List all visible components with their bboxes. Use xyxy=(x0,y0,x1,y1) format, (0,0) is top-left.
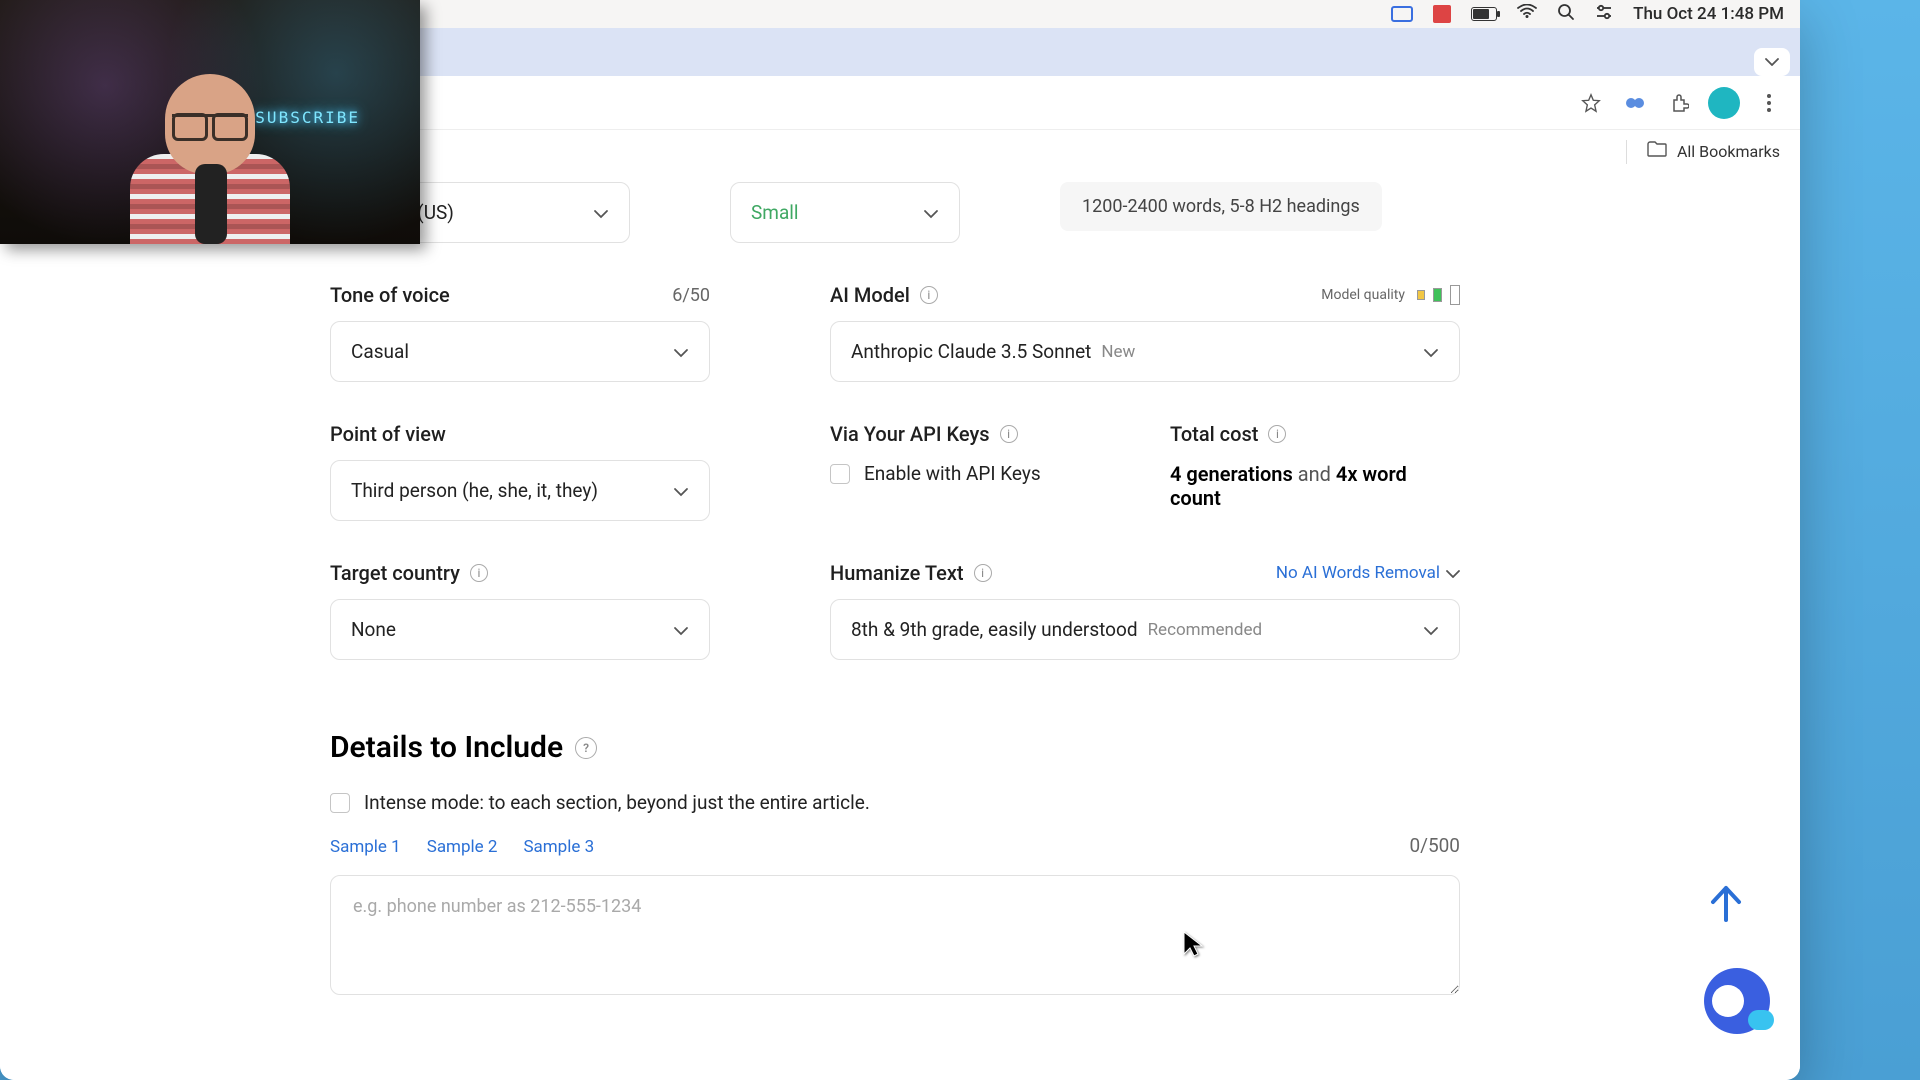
battery-icon[interactable] xyxy=(1471,7,1497,21)
details-heading: Details to Include ? xyxy=(330,730,1460,765)
cost-and: and xyxy=(1293,462,1336,486)
chat-widget-button[interactable] xyxy=(1704,968,1770,1034)
pov-select[interactable]: Third person (he, she, it, they) xyxy=(330,460,710,521)
country-value: None xyxy=(351,618,396,641)
tone-value: Casual xyxy=(351,340,409,363)
api-checkbox-row[interactable]: Enable with API Keys xyxy=(830,462,1110,485)
tone-counter: 6/50 xyxy=(672,285,710,306)
page-content: English (US) Small 1200-2400 words, 5-8 … xyxy=(0,174,1800,1080)
quality-bar-mid xyxy=(1433,288,1442,302)
word-hint-box: 1200-2400 words, 5-8 H2 headings xyxy=(1060,182,1382,231)
profile-avatar[interactable] xyxy=(1708,87,1740,119)
country-select[interactable]: None xyxy=(330,599,710,660)
folder-icon xyxy=(1647,141,1667,162)
model-value: Anthropic Claude 3.5 Sonnet xyxy=(851,340,1091,363)
pov-label: Point of view xyxy=(330,422,446,446)
search-icon[interactable] xyxy=(1557,3,1575,26)
chevron-down-icon xyxy=(673,340,689,363)
chevron-down-icon xyxy=(1446,563,1460,583)
size-value: Small xyxy=(751,201,799,224)
chat-dot-icon xyxy=(1748,1010,1774,1030)
model-quality-label: Model quality xyxy=(1321,287,1405,303)
extensions-icon[interactable] xyxy=(1664,88,1694,118)
intense-mode-label: Intense mode: to each section, beyond ju… xyxy=(364,791,870,814)
api-checkbox-label: Enable with API Keys xyxy=(864,462,1041,485)
pov-value: Third person (he, she, it, they) xyxy=(351,479,598,502)
info-icon[interactable]: i xyxy=(974,564,992,582)
info-icon[interactable]: i xyxy=(1000,425,1018,443)
webcam-overlay: SUBSCRIBE xyxy=(0,0,420,244)
tone-label: Tone of voice xyxy=(330,283,450,307)
model-label: AI Model xyxy=(830,283,910,307)
toolbar-eye-icon[interactable] xyxy=(1620,88,1650,118)
menu-dots-icon[interactable] xyxy=(1754,88,1784,118)
ai-words-removal-dropdown[interactable]: No AI Words Removal xyxy=(1276,563,1460,583)
new-badge: New xyxy=(1101,342,1135,362)
model-select[interactable]: Anthropic Claude 3.5 Sonnet New xyxy=(830,321,1460,382)
humanize-label: Humanize Text xyxy=(830,561,964,585)
quality-bar-high xyxy=(1450,285,1460,305)
ai-words-removal-label: No AI Words Removal xyxy=(1276,563,1440,583)
wifi-icon[interactable] xyxy=(1517,4,1537,24)
cost-generations: 4 generations xyxy=(1170,462,1293,486)
details-textarea[interactable] xyxy=(330,875,1460,995)
chevron-down-icon xyxy=(1423,618,1439,641)
recommended-badge: Recommended xyxy=(1148,620,1263,640)
menubar-screen-icon[interactable] xyxy=(1391,6,1413,22)
checkbox-icon[interactable] xyxy=(830,464,850,484)
size-select[interactable]: Small xyxy=(730,182,960,243)
chevron-down-icon xyxy=(593,201,609,224)
details-heading-text: Details to Include xyxy=(330,730,563,765)
chevron-down-icon xyxy=(923,201,939,224)
cost-label: Total cost xyxy=(1170,422,1258,446)
sample-3-link[interactable]: Sample 3 xyxy=(523,837,594,857)
chevron-down-icon xyxy=(673,479,689,502)
info-icon[interactable]: i xyxy=(920,286,938,304)
info-icon[interactable]: i xyxy=(470,564,488,582)
sample-2-link[interactable]: Sample 2 xyxy=(427,837,498,857)
bookmark-star-icon[interactable] xyxy=(1576,88,1606,118)
control-center-icon[interactable] xyxy=(1595,4,1613,25)
cost-text: 4 generations and 4x word count xyxy=(1170,462,1460,510)
tab-list-dropdown[interactable] xyxy=(1754,48,1790,76)
scroll-top-button[interactable] xyxy=(1702,882,1750,930)
menubar-datetime[interactable]: Thu Oct 24 1:48 PM xyxy=(1633,4,1784,24)
country-label: Target country xyxy=(330,561,460,585)
quality-bar-low xyxy=(1417,290,1425,300)
humanize-value: 8th & 9th grade, easily understood xyxy=(851,618,1138,641)
tone-select[interactable]: Casual xyxy=(330,321,710,382)
menubar-app-icon[interactable] xyxy=(1433,5,1451,23)
info-icon[interactable]: i xyxy=(1268,425,1286,443)
details-counter: 0/500 xyxy=(1409,834,1460,857)
chevron-down-icon xyxy=(673,618,689,641)
chevron-down-icon xyxy=(1423,340,1439,363)
humanize-select[interactable]: 8th & 9th grade, easily understood Recom… xyxy=(830,599,1460,660)
checkbox-icon[interactable] xyxy=(330,793,350,813)
intense-mode-checkbox[interactable]: Intense mode: to each section, beyond ju… xyxy=(330,791,1460,814)
all-bookmarks-link[interactable]: All Bookmarks xyxy=(1677,142,1780,161)
sample-1-link[interactable]: Sample 1 xyxy=(330,837,401,857)
divider xyxy=(1626,140,1627,164)
info-icon[interactable]: ? xyxy=(575,737,597,759)
api-label: Via Your API Keys xyxy=(830,422,990,446)
